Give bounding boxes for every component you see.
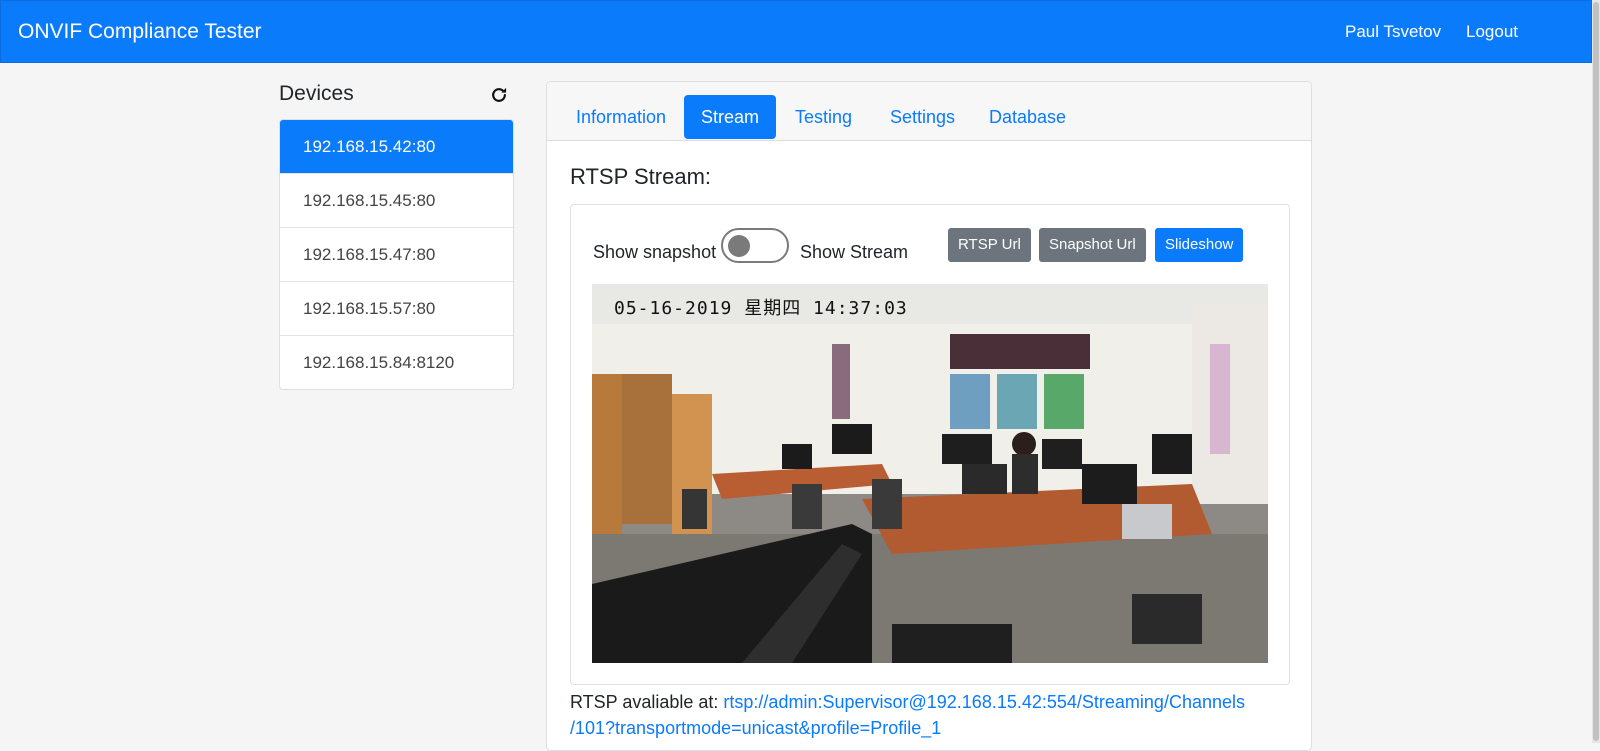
rtsp-url-link-cont[interactable]: /101?transportmode=unicast&profile=Profi… xyxy=(570,718,941,738)
office-camera-image xyxy=(592,284,1268,663)
snapshot-stream-toggle[interactable] xyxy=(721,228,789,263)
rtsp-url-button[interactable]: RTSP Url xyxy=(948,228,1031,262)
tab-bar: Information Stream Testing Settings Data… xyxy=(547,82,1311,141)
user-name-link[interactable]: Paul Tsvetov xyxy=(1345,22,1441,42)
device-item[interactable]: 192.168.15.45:80 xyxy=(280,173,513,227)
device-item[interactable]: 192.168.15.84:8120 xyxy=(280,335,513,389)
tab-testing[interactable]: Testing xyxy=(778,95,869,139)
logout-link[interactable]: Logout xyxy=(1466,22,1518,42)
refresh-icon[interactable] xyxy=(489,85,509,105)
page-scrollbar[interactable] xyxy=(1592,0,1600,743)
rtsp-url-link[interactable]: rtsp://admin:Supervisor@192.168.15.42:55… xyxy=(723,692,1245,712)
scrollbar-thumb[interactable] xyxy=(1593,2,1599,741)
show-snapshot-label: Show snapshot xyxy=(593,242,717,262)
snapshot-url-button[interactable]: Snapshot Url xyxy=(1039,228,1146,262)
top-navbar: ONVIF Compliance Tester Paul Tsvetov Log… xyxy=(0,0,1592,63)
slideshow-button[interactable]: Slideshow xyxy=(1155,228,1244,262)
tab-database[interactable]: Database xyxy=(972,95,1083,139)
video-stream-frame: 05-16-2019 星期四 14:37:03 xyxy=(592,284,1268,663)
device-item[interactable]: 192.168.15.57:80 xyxy=(280,281,513,335)
tab-stream[interactable]: Stream xyxy=(684,95,777,139)
stream-panel: Show snapshot Show Stream RTSP Url Snaps… xyxy=(570,204,1290,685)
tab-settings[interactable]: Settings xyxy=(873,95,972,139)
rtsp-availability: RTSP avaliable at: rtsp://admin:Supervis… xyxy=(570,689,1270,741)
device-details-card: Information Stream Testing Settings Data… xyxy=(546,81,1312,751)
devices-heading: Devices xyxy=(279,82,354,105)
toggle-knob xyxy=(728,235,750,257)
video-timestamp-overlay: 05-16-2019 星期四 14:37:03 xyxy=(614,298,908,319)
device-item[interactable]: 192.168.15.47:80 xyxy=(280,227,513,281)
app-title[interactable]: ONVIF Compliance Tester xyxy=(18,20,262,44)
rtsp-prefix-label: RTSP avaliable at: xyxy=(570,692,724,712)
device-list: 192.168.15.42:80 192.168.15.45:80 192.16… xyxy=(279,119,514,390)
show-stream-label: Show Stream xyxy=(800,242,909,262)
stream-heading: RTSP Stream: xyxy=(570,164,712,189)
tab-information[interactable]: Information xyxy=(559,95,683,139)
device-item[interactable]: 192.168.15.42:80 xyxy=(280,120,513,173)
